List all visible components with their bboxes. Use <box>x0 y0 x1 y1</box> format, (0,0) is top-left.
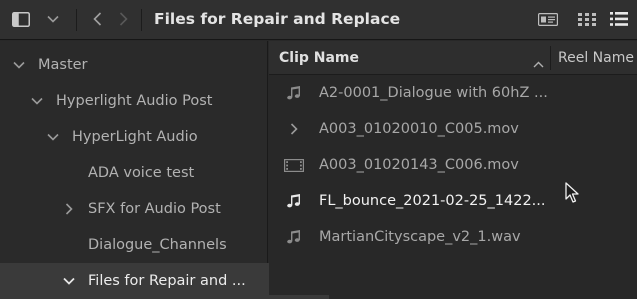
tree-item-hyperlight-audio[interactable]: HyperLight Audio <box>0 119 313 155</box>
bin-tree-sidebar: Master Hyperlight Audio Post HyperLight … <box>0 41 329 299</box>
chevron-right-icon[interactable] <box>62 202 76 216</box>
audio-note-icon <box>281 85 307 101</box>
chevron-down-icon[interactable] <box>62 274 76 288</box>
clip-row[interactable]: A2-0001_Dialogue with 60hZ ... <box>269 75 637 111</box>
clip-name: A003_01020010_C005.mov <box>319 121 519 137</box>
video-clip-icon <box>281 158 307 172</box>
tree-item-label: Dialogue_Channels <box>88 237 227 253</box>
metadata-view-icon[interactable] <box>536 8 560 30</box>
sidebar-toggle-icon[interactable] <box>10 8 32 30</box>
clip-row[interactable]: A003_01020143_C006.mov <box>269 147 637 183</box>
chevron-right-icon[interactable] <box>281 123 307 135</box>
tree-item-label: Files for Repair and ... <box>88 273 246 289</box>
clip-name: MartianCityscape_v2_1.wav <box>319 229 521 245</box>
chevron-down-icon[interactable] <box>30 94 44 108</box>
chevron-down-icon[interactable] <box>12 58 26 72</box>
list-view-icon[interactable] <box>608 8 630 30</box>
tree-item-label: ADA voice test <box>88 165 195 181</box>
clip-name: FL_bounce_2021-02-25_1422... <box>319 193 546 209</box>
column-clip-name[interactable]: Clip Name <box>279 50 359 66</box>
tree-item-label: Master <box>38 57 88 73</box>
audio-note-icon <box>281 193 307 209</box>
mouse-pointer-icon <box>565 182 581 208</box>
toolbar: Files for Repair and Replace <box>0 0 637 40</box>
tree-item-master[interactable]: Master <box>0 47 279 83</box>
toolbar-divider <box>141 9 142 31</box>
clip-list-panel: Clip Name Reel Name A2-0001_Dialogue wit… <box>269 41 637 295</box>
tree-item-label: Hyperlight Audio Post <box>56 93 213 109</box>
forward-icon[interactable] <box>114 8 132 30</box>
clip-row[interactable]: FL_bounce_2021-02-25_1422... <box>269 183 637 219</box>
chevron-down-icon[interactable] <box>46 130 60 144</box>
column-reel-name[interactable]: Reel Name <box>558 50 634 66</box>
clip-name: A003_01020143_C006.mov <box>319 157 519 173</box>
audio-note-icon <box>281 229 307 245</box>
clip-name: A2-0001_Dialogue with 60hZ ... <box>319 85 548 101</box>
tree-item-label: HyperLight Audio <box>72 129 198 145</box>
column-divider[interactable] <box>550 46 551 70</box>
tree-item-hyperlight-audio-post[interactable]: Hyperlight Audio Post <box>0 83 297 119</box>
thumbnail-view-icon[interactable] <box>576 8 598 30</box>
window-title: Files for Repair and Replace <box>154 10 401 28</box>
clip-row[interactable]: A003_01020010_C005.mov <box>269 111 637 147</box>
back-icon[interactable] <box>88 8 106 30</box>
clip-row[interactable]: MartianCityscape_v2_1.wav <box>269 219 637 255</box>
toolbar-divider <box>76 9 77 31</box>
column-header: Clip Name Reel Name <box>269 41 637 75</box>
sort-ascending-icon[interactable] <box>533 53 544 72</box>
chevron-down-icon[interactable] <box>44 8 62 30</box>
tree-item-label: SFX for Audio Post <box>88 201 221 217</box>
